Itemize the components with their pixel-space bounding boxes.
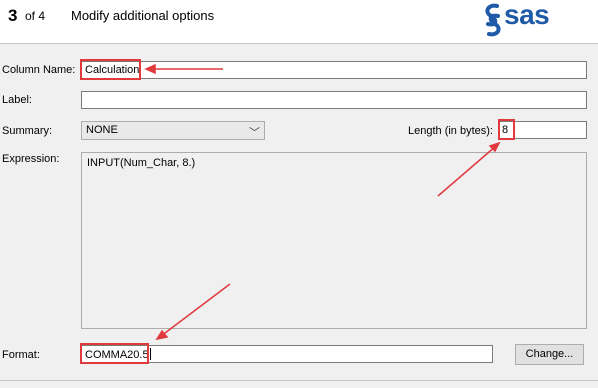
expression-value: INPUT(Num_Char, 8.) bbox=[87, 157, 196, 169]
footer-divider bbox=[0, 380, 598, 381]
summary-value: NONE bbox=[86, 124, 118, 136]
length-value: 8 bbox=[502, 124, 509, 136]
step-number: 3 bbox=[8, 6, 18, 25]
label-label: Label: bbox=[2, 94, 32, 106]
sas-swirl-icon bbox=[485, 3, 501, 37]
summary-dropdown[interactable]: NONE ﹀ bbox=[81, 121, 265, 140]
chevron-down-icon: ﹀ bbox=[249, 127, 260, 139]
column-name-label: Column Name: bbox=[2, 64, 76, 76]
expression-textarea[interactable]: INPUT(Num_Char, 8.) bbox=[81, 152, 587, 329]
length-label: Length (in bytes): bbox=[408, 125, 493, 137]
text-caret bbox=[149, 348, 151, 360]
column-name-input[interactable]: Calculation bbox=[81, 61, 587, 79]
expression-label: Expression: bbox=[2, 153, 60, 165]
format-value: COMMA20.5 bbox=[85, 349, 149, 361]
step-title: Modify additional options bbox=[71, 8, 215, 23]
format-input[interactable]: COMMA20.5 bbox=[81, 345, 493, 363]
sas-logo: sas bbox=[482, 0, 566, 40]
step-of-total: of 4 bbox=[25, 9, 46, 23]
label-input[interactable] bbox=[81, 91, 587, 109]
wizard-header: 3 of 4 Modify additional options sas bbox=[0, 0, 598, 43]
sas-logo-text: sas bbox=[504, 0, 550, 30]
change-format-button[interactable]: Change... bbox=[515, 344, 584, 365]
length-input[interactable]: 8 bbox=[498, 121, 587, 139]
format-label: Format: bbox=[2, 349, 40, 361]
summary-label: Summary: bbox=[2, 125, 53, 137]
column-name-value: Calculation bbox=[85, 64, 140, 76]
